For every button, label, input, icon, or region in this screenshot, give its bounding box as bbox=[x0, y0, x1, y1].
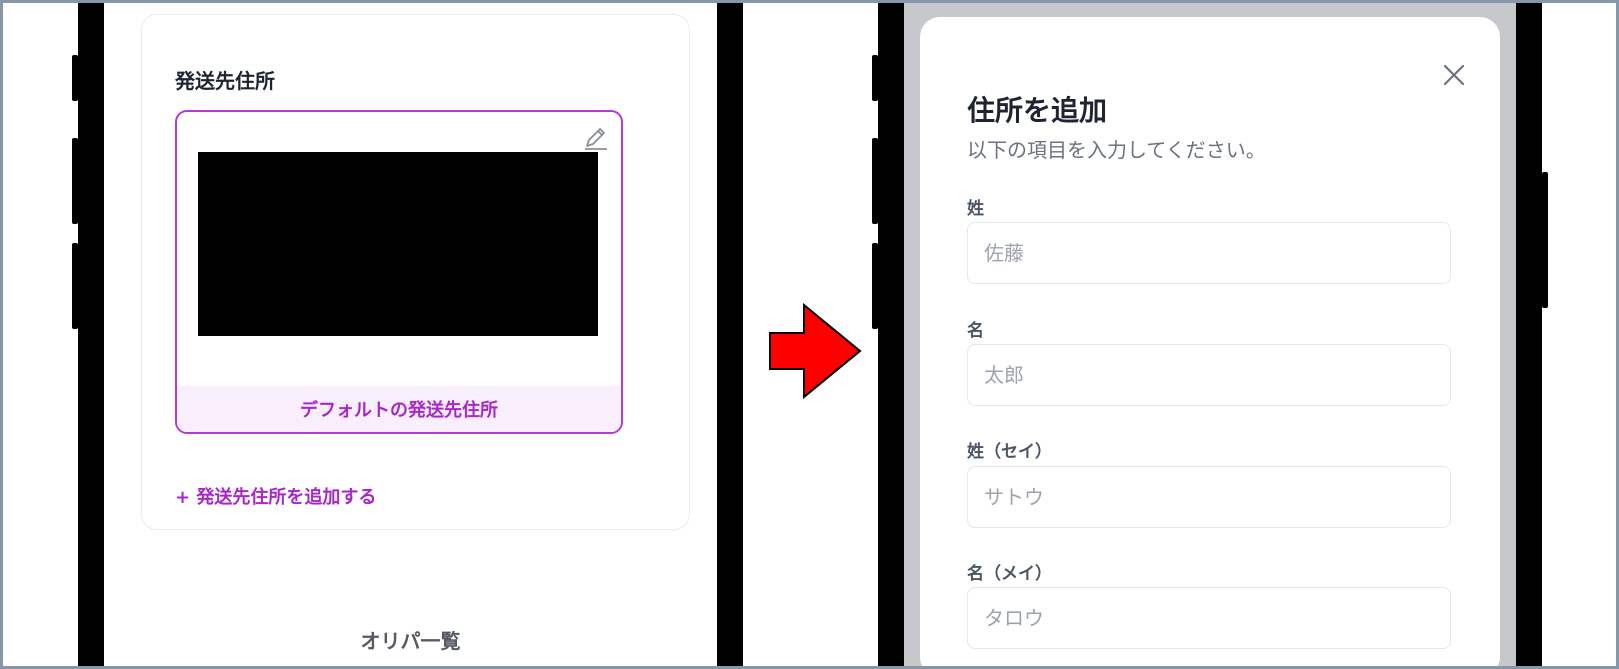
modal-subtitle: 以下の項目を入力してください。 bbox=[967, 138, 1266, 162]
phone-side-button bbox=[872, 138, 878, 224]
first-name-label: 名 bbox=[967, 321, 984, 341]
add-address-modal: 住所を追加 以下の項目を入力してください。 姓 名 姓（セイ） 名（メイ） bbox=[920, 17, 1500, 669]
phone-side-button bbox=[872, 55, 878, 101]
default-address-card[interactable]: デフォルトの発送先住所 bbox=[175, 110, 623, 434]
first-name-kana-label: 名（メイ） bbox=[967, 564, 1052, 584]
default-address-badge: デフォルトの発送先住所 bbox=[177, 386, 621, 432]
last-name-input[interactable] bbox=[967, 222, 1451, 284]
modal-title: 住所を追加 bbox=[967, 94, 1108, 127]
close-icon[interactable] bbox=[1438, 59, 1470, 91]
right-arrow-icon bbox=[769, 303, 862, 399]
redacted-address bbox=[198, 152, 598, 336]
add-address-link[interactable]: + 発送先住所を追加する bbox=[175, 483, 376, 509]
first-name-input[interactable] bbox=[967, 344, 1451, 406]
phone-power-button bbox=[1542, 172, 1548, 308]
right-phone-screen-overlay: 住所を追加 以下の項目を入力してください。 姓 名 姓（セイ） 名（メイ） bbox=[904, 0, 1516, 669]
last-name-label: 姓 bbox=[967, 199, 984, 219]
bottom-nav-item-oripa-list[interactable]: オリパ一覧 bbox=[104, 625, 717, 654]
first-name-kana-input[interactable] bbox=[967, 587, 1451, 649]
phone-side-button bbox=[72, 243, 78, 329]
phone-side-button bbox=[72, 138, 78, 224]
phone-side-button bbox=[872, 243, 878, 329]
last-name-kana-label: 姓（セイ） bbox=[967, 442, 1052, 462]
pencil-icon[interactable] bbox=[581, 124, 609, 152]
right-phone-frame: 住所を追加 以下の項目を入力してください。 姓 名 姓（セイ） 名（メイ） bbox=[872, 0, 1548, 669]
phone-side-button bbox=[72, 55, 78, 101]
left-phone-frame: 発送先住所 デフォルトの発送先住所 + 発送先住所を追加する オリパ一覧 bbox=[72, 0, 743, 669]
shipping-address-card: 発送先住所 デフォルトの発送先住所 + 発送先住所を追加する bbox=[141, 14, 690, 530]
last-name-kana-input[interactable] bbox=[967, 466, 1451, 528]
section-title: 発送先住所 bbox=[175, 69, 275, 93]
left-phone-screen: 発送先住所 デフォルトの発送先住所 + 発送先住所を追加する オリパ一覧 bbox=[104, 0, 717, 669]
